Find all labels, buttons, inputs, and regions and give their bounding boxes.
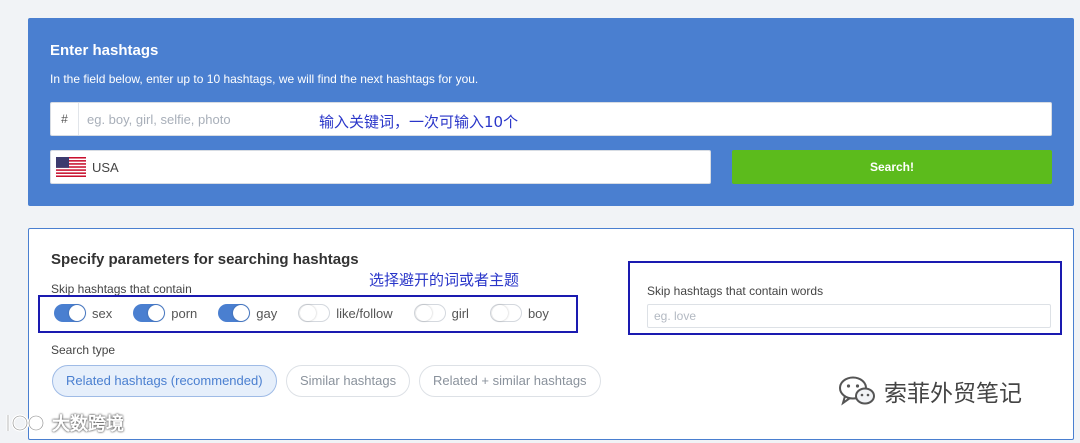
enter-hashtags-subtitle: In the field below, enter up to 10 hasht…: [50, 72, 479, 86]
watermark-right: 索菲外贸笔记: [838, 374, 1022, 408]
toggle-like-follow[interactable]: like/follow: [298, 304, 393, 322]
watermark-left: 大数跨境: [4, 410, 124, 436]
skip-hashtags-label: Skip hashtags that contain: [51, 282, 192, 296]
search-type-related[interactable]: Related hashtags (recommended): [52, 365, 277, 397]
parameters-title: Specify parameters for searching hashtag…: [51, 251, 359, 268]
watermark-left-text: 大数跨境: [52, 414, 124, 435]
toggle-switch[interactable]: [133, 304, 166, 322]
search-type-label: Search type: [51, 343, 116, 357]
toggle-switch[interactable]: [54, 304, 86, 322]
toggle-label: like/follow: [336, 305, 393, 321]
toggle-label: boy: [527, 305, 549, 321]
toggle-gay[interactable]: gay: [218, 304, 277, 322]
enter-hashtags-title: Enter hashtags: [50, 42, 159, 59]
hashtag-annotation: 输入关键词，一次可输入10个: [319, 113, 519, 131]
toggle-boy[interactable]: boy: [489, 304, 549, 322]
wechat-icon: [839, 376, 875, 406]
toggle-label: porn: [171, 305, 198, 321]
toggle-sex[interactable]: sex: [54, 304, 112, 322]
toggle-porn[interactable]: porn: [133, 304, 197, 322]
toggle-switch[interactable]: [218, 304, 251, 322]
hashtag-input-group: # 输入关键词，一次可输入10个: [50, 102, 1052, 136]
toggle-label: sex: [92, 305, 113, 321]
usa-flag-icon: [56, 157, 86, 177]
country-label: USA: [92, 160, 119, 175]
parameters-panel: Specify parameters for searching hashtag…: [28, 228, 1074, 440]
search-button[interactable]: Search!: [732, 150, 1052, 184]
skip-toggles-highlight: sex porn gay like/follow girl boy: [38, 295, 578, 333]
toggle-label: gay: [256, 305, 278, 321]
skip-words-input[interactable]: [647, 304, 1051, 328]
skip-annotation: 选择避开的词或者主题: [369, 271, 520, 289]
watermark-right-text: 索菲外贸笔记: [884, 381, 1022, 407]
country-select[interactable]: USA: [50, 150, 711, 184]
search-type-related-similar[interactable]: Related + similar hashtags: [419, 365, 601, 397]
toggle-label: girl: [451, 305, 469, 321]
skip-words-highlight: Skip hashtags that contain words: [628, 261, 1062, 335]
skip-toggles: sex porn gay like/follow girl boy: [54, 304, 570, 322]
toggle-switch[interactable]: [298, 304, 331, 322]
enter-hashtags-panel: Enter hashtags In the field below, enter…: [28, 18, 1074, 206]
brand-logo-icon: [6, 414, 45, 432]
skip-words-label: Skip hashtags that contain words: [647, 284, 824, 298]
toggle-girl[interactable]: girl: [413, 304, 469, 322]
toggle-switch[interactable]: [489, 304, 522, 322]
search-type-similar[interactable]: Similar hashtags: [286, 365, 411, 397]
hash-prefix: #: [51, 103, 79, 135]
toggle-switch[interactable]: [413, 304, 446, 322]
